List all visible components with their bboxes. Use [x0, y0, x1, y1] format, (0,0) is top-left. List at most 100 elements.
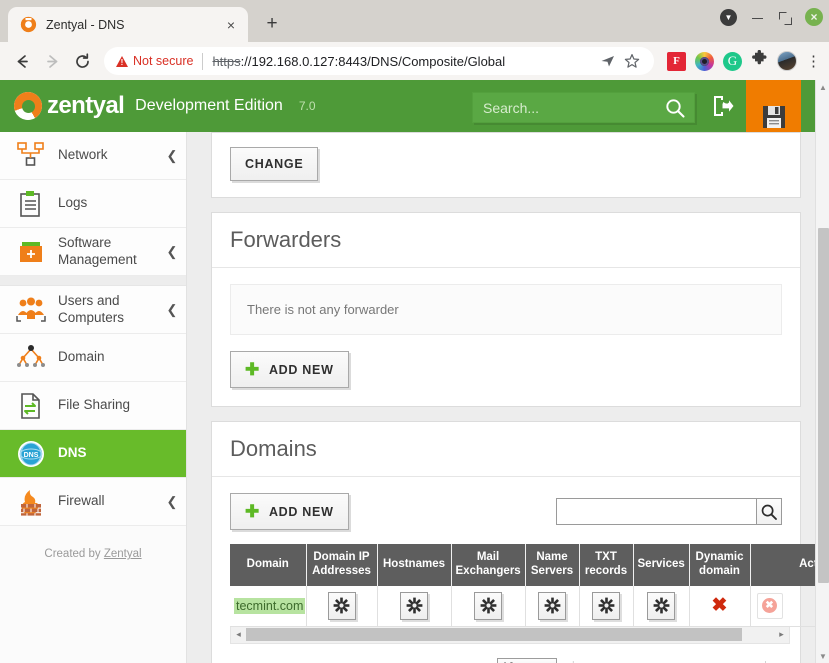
page-scrollbar[interactable]: ▲ ▼ — [815, 80, 829, 663]
sidebar-item-domain[interactable]: Domain — [0, 334, 186, 382]
table-row: tecmint.com ✖ ✖ — [230, 585, 815, 627]
column-header-txt-records[interactable]: TXT records — [579, 544, 634, 586]
scroll-down-icon[interactable]: ▼ — [816, 649, 829, 663]
domains-search-button[interactable] — [756, 498, 782, 525]
column-header-name-servers[interactable]: Name Servers — [525, 544, 580, 586]
logout-button[interactable] — [700, 80, 746, 132]
flipboard-icon[interactable] — [667, 51, 686, 71]
svg-text:DNS: DNS — [24, 452, 39, 459]
browser-window: Zentyal - DNS × + ▼ × Not secure — [0, 0, 829, 663]
page-viewport: zentyal Development Edition 7.0 Search..… — [0, 80, 829, 663]
share-icon[interactable] — [596, 53, 620, 69]
delete-circle-icon: ✖ — [762, 598, 777, 614]
sidebar-item-label: DNS — [58, 445, 87, 461]
scroll-up-icon[interactable]: ▲ — [816, 80, 829, 94]
cell-services — [633, 585, 690, 627]
network-icon — [14, 140, 48, 172]
domains-search-input[interactable] — [556, 498, 756, 525]
domains-card: Domains ✚ ADD NEW Domain Domain IP Addre… — [211, 421, 815, 663]
address-bar[interactable]: Not secure https://192.168.0.127:8443/DN… — [104, 47, 654, 75]
column-header-actions[interactable]: Acti — [750, 544, 815, 586]
star-icon[interactable] — [620, 53, 644, 69]
scroll-left-icon[interactable]: ◂ — [231, 629, 246, 640]
maximize-icon[interactable] — [778, 11, 792, 25]
hscroll-thumb[interactable] — [246, 628, 743, 642]
scroll-right-icon[interactable]: ▸ — [774, 629, 789, 640]
zentyal-link[interactable]: Zentyal — [104, 548, 142, 560]
back-icon[interactable] — [8, 47, 36, 75]
global-search[interactable] — [472, 92, 695, 123]
plus-icon: ✚ — [245, 502, 260, 521]
sidebar-item-label: Domain — [58, 349, 105, 365]
forward-icon[interactable] — [38, 47, 66, 75]
search-icon[interactable] — [664, 95, 686, 121]
scrollbar-thumb[interactable] — [818, 228, 829, 583]
previous-page-icon[interactable]: ‹ — [595, 658, 613, 663]
users-computers-icon — [14, 294, 48, 326]
edition-label: Development Edition — [135, 97, 283, 114]
column-header-services[interactable]: Services — [633, 544, 690, 586]
hscroll-track[interactable] — [246, 628, 774, 642]
window-controls: ▼ × — [720, 8, 823, 26]
sidebar-item-label: Users and Computers — [58, 292, 125, 325]
avatar[interactable] — [777, 51, 797, 71]
credit-text: Created by — [44, 548, 104, 560]
caret-down-icon[interactable]: ▼ — [720, 8, 737, 26]
sidebar-item-firewall[interactable]: Firewall ❮ — [0, 478, 186, 526]
sidebar-item-software-management[interactable]: Software Management ❮ — [0, 228, 186, 276]
add-new-domain-label: ADD NEW — [268, 504, 334, 519]
add-new-forwarder-button[interactable]: ✚ ADD NEW — [230, 351, 349, 388]
gear-icon[interactable] — [474, 591, 502, 620]
firewall-icon — [14, 486, 48, 518]
sidebar-item-users-and-computers[interactable]: Users and Computers ❮ — [0, 286, 186, 334]
software-management-icon — [14, 236, 48, 268]
cell-actions: ✖ — [750, 585, 815, 627]
search-input[interactable] — [483, 99, 664, 116]
browser-menu-icon[interactable]: ⋮ — [806, 54, 821, 69]
gear-icon[interactable] — [647, 591, 675, 620]
forwarders-card: Forwarders There is not any forwarder ✚ … — [211, 212, 801, 407]
sidebar-item-file-sharing[interactable]: File Sharing — [0, 382, 186, 430]
column-header-dynamic-domain[interactable]: Dynamic domain — [689, 544, 751, 586]
puzzle-icon[interactable] — [751, 49, 768, 72]
close-icon[interactable]: × — [222, 16, 240, 34]
minimize-icon[interactable] — [751, 11, 764, 24]
url-text: https://192.168.0.127:8443/DNS/Composite… — [212, 54, 596, 69]
grammarly-icon[interactable]: G — [723, 51, 742, 71]
url-rest: ://192.168.0.127:8443/DNS/Composite/Glob… — [240, 53, 506, 69]
gear-icon[interactable] — [327, 591, 356, 620]
forwarders-title: Forwarders — [230, 227, 342, 252]
domain-name-text: tecmint.com — [234, 597, 306, 614]
brand-name: zentyal — [47, 92, 125, 119]
cell-domain[interactable]: tecmint.com — [230, 585, 307, 627]
delete-icon[interactable]: ✖ — [756, 592, 783, 619]
table-horizontal-scrollbar[interactable]: ◂ ▸ — [230, 626, 790, 644]
dns-icon: DNS — [14, 438, 48, 470]
window-close-icon[interactable]: × — [805, 8, 823, 26]
gear-icon[interactable] — [538, 591, 566, 620]
add-new-domain-button[interactable]: ✚ ADD NEW — [230, 493, 349, 530]
sidebar-item-logs[interactable]: Logs — [0, 180, 186, 228]
page-size-select[interactable]: 10 — [496, 657, 557, 663]
reload-icon[interactable] — [68, 47, 96, 75]
sidebar-item-dns[interactable]: DNS DNS — [0, 430, 186, 478]
gear-icon[interactable] — [400, 591, 428, 620]
gear-icon[interactable] — [592, 591, 620, 620]
version-label: 7.0 — [298, 99, 316, 113]
change-button[interactable]: CHANGE — [230, 147, 319, 181]
column-header-domain-ip-addresses[interactable]: Domain IP Addresses — [306, 544, 378, 586]
domains-header: Domains — [212, 422, 800, 477]
cross-icon: ✖ — [711, 594, 728, 616]
zentyal-logo-icon — [14, 92, 42, 120]
next-page-icon[interactable]: › — [726, 658, 744, 663]
column-header-domain[interactable]: Domain — [230, 544, 307, 586]
sidebar-item-network[interactable]: Network ❮ — [0, 132, 186, 180]
colorful-ring-icon[interactable] — [695, 51, 714, 71]
file-sharing-icon — [14, 390, 48, 422]
last-page-icon[interactable]: ›| — [754, 658, 772, 663]
new-tab-button[interactable]: + — [258, 10, 286, 38]
first-page-icon[interactable]: |‹ — [567, 658, 585, 663]
column-header-hostnames[interactable]: Hostnames — [377, 544, 452, 586]
browser-tab-zentyal-dns[interactable]: Zentyal - DNS × — [8, 7, 248, 42]
column-header-mail-exchangers[interactable]: Mail Exchangers — [451, 544, 526, 586]
